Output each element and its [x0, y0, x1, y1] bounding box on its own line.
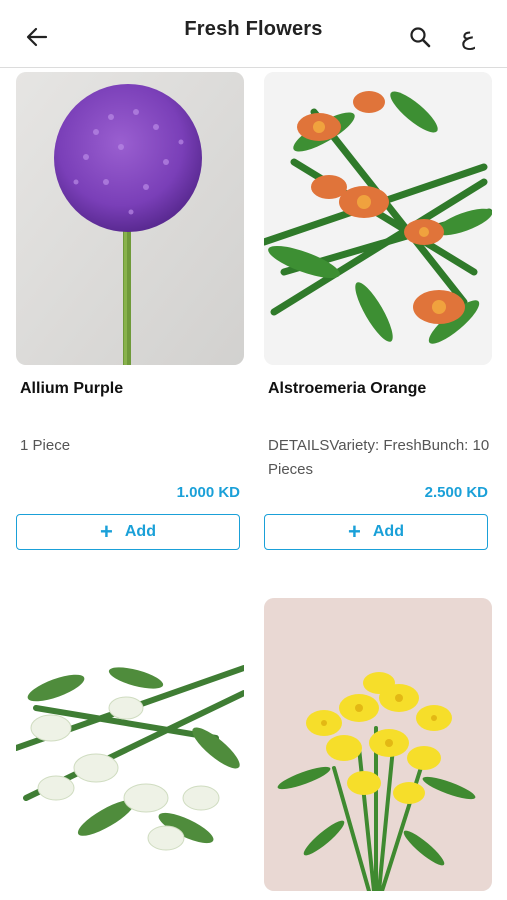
product-card[interactable] — [264, 598, 492, 892]
add-button-label: Add — [372, 523, 404, 540]
language-toggle[interactable]: ع — [453, 18, 483, 54]
white-flowers-image — [16, 598, 244, 891]
product-description: 1 Piece — [20, 437, 71, 454]
product-image[interactable] — [264, 598, 492, 891]
product-image[interactable] — [264, 72, 492, 365]
product-card[interactable] — [16, 598, 244, 892]
add-button-label: Add — [124, 523, 156, 540]
product-name[interactable]: Alstroemeria Orange — [268, 380, 426, 398]
alstroemeria-orange-image — [264, 72, 492, 365]
product-image[interactable] — [16, 72, 244, 365]
add-to-cart-button[interactable]: + Add — [16, 514, 240, 550]
add-to-cart-button[interactable]: + Add — [264, 514, 488, 550]
product-name[interactable]: Allium Purple — [20, 380, 123, 398]
plus-icon: + — [100, 519, 113, 544]
product-price: 2.500 KD — [424, 484, 488, 501]
allium-purple-image — [16, 72, 244, 365]
product-image[interactable] — [16, 598, 244, 891]
search-icon — [410, 27, 431, 48]
product-card[interactable]: Alstroemeria Orange DETAILSVariety: Fres… — [264, 72, 492, 552]
product-price: 1.000 KD — [176, 484, 240, 501]
app-header: Fresh Flowers ع — [0, 0, 507, 68]
search-button[interactable] — [405, 22, 435, 52]
product-card[interactable]: Allium Purple 1 Piece 1.000 KD + Add — [16, 72, 244, 552]
product-description: DETAILSVariety: FreshBunch: 10 Pieces — [268, 437, 490, 478]
plus-icon: + — [348, 519, 361, 544]
yellow-flowers-image — [264, 598, 492, 891]
